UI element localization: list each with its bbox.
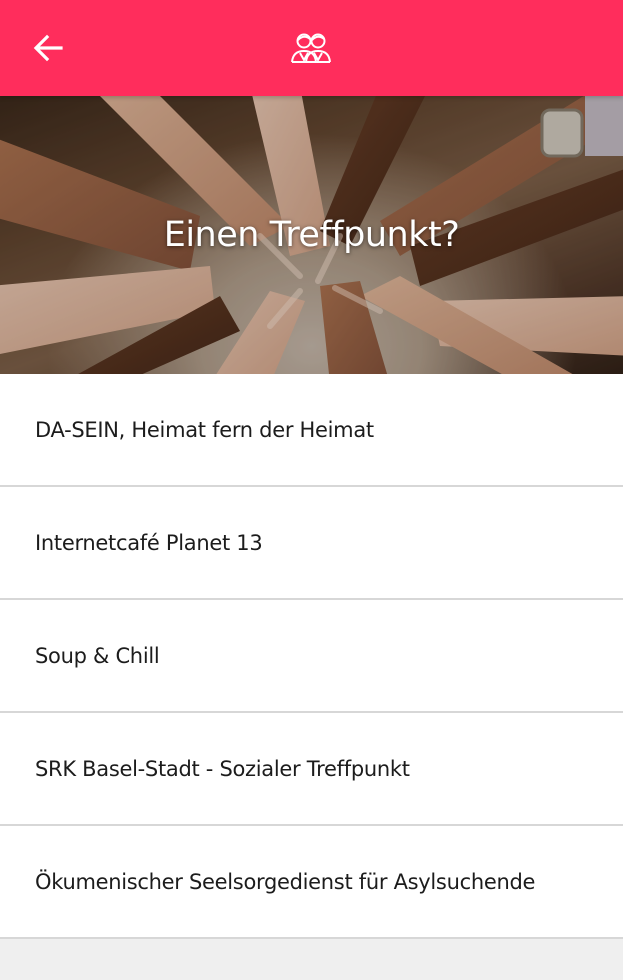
list-item-oekumenischer-seelsorgedienst[interactable]: Ökumenischer Seelsorgedienst für Asylsuc… [0, 826, 623, 939]
hero-title: Einen Treffpunkt? [163, 215, 460, 255]
list-item-label: DA-SEIN, Heimat fern der Heimat [35, 417, 374, 442]
list-item-label: Ökumenischer Seelsorgedienst für Asylsuc… [35, 869, 536, 894]
back-button[interactable] [22, 24, 74, 72]
list-item-label: SRK Basel-Stadt - Sozialer Treffpunkt [35, 756, 410, 781]
list-item-label: Soup & Chill [35, 643, 160, 668]
list-item-srk-basel-stadt[interactable]: SRK Basel-Stadt - Sozialer Treffpunkt [0, 713, 623, 826]
top-app-bar [0, 0, 623, 96]
list-item-internetcafe-planet-13[interactable]: Internetcafé Planet 13 [0, 487, 623, 600]
list-item-da-sein[interactable]: DA-SEIN, Heimat fern der Heimat [0, 374, 623, 487]
app-screen: Einen Treffpunkt? DA-SEIN, Heimat fern d… [0, 0, 623, 980]
meeting-point-list: DA-SEIN, Heimat fern der Heimat Internet… [0, 374, 623, 939]
hero-banner: Einen Treffpunkt? [0, 96, 623, 374]
list-item-soup-and-chill[interactable]: Soup & Chill [0, 600, 623, 713]
list-item-label: Internetcafé Planet 13 [35, 530, 263, 555]
arrow-left-icon [33, 34, 63, 62]
group-people-icon [291, 33, 331, 63]
